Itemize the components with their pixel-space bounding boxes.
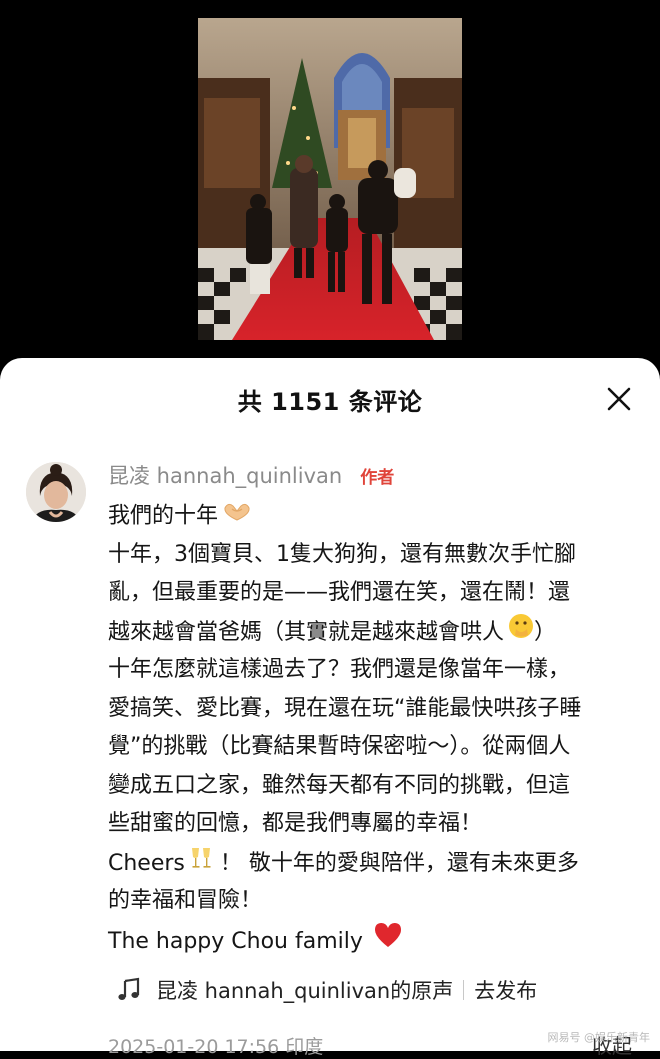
audio-title[interactable]: 昆凌 hannah_quinlivan的原声 (156, 975, 453, 1005)
close-button[interactable] (604, 384, 634, 414)
comment-line: 十年，3個寶貝、1隻大狗狗，還有無數次手忙腳 (108, 541, 576, 567)
comment-line: 愛搞笑、愛比賽，現在還在玩“誰能最快哄孩子睡 (108, 695, 582, 721)
music-note-icon (118, 977, 140, 1000)
divider (463, 980, 465, 1000)
comment-line-text: ） (534, 619, 557, 645)
comment-line: 變成五口之家，雖然每天都有不同的挑戰，但這 (108, 772, 571, 798)
red-heart-icon (373, 921, 403, 963)
original-audio-row[interactable]: 昆凌 hannah_quinlivan的原声 去发布 (108, 968, 628, 1012)
comments-count-title: 共 1151 条评论 (237, 388, 423, 416)
comment-line: 亂，但最重要的是——我們還在笑，還在鬧！還 (108, 580, 571, 605)
watermark: 网易号 @娱乐新青年 (547, 1031, 651, 1044)
cathedral-photo (198, 18, 462, 340)
comment-line: 些甜蜜的回憶，都是我們專屬的幸福！ (108, 811, 483, 836)
video-thumbnail[interactable] (198, 18, 462, 340)
comment-line-text: The happy Chou family (108, 928, 363, 954)
author-badge: 作者 (360, 467, 395, 488)
comment-line: 我們的十年 (108, 497, 628, 536)
comment-line-text: 我們的十年 (108, 503, 219, 529)
comment-line-text: 越來越會當爸媽（其實就是越來越會哄人 (108, 619, 505, 645)
author-name[interactable]: 昆凌 hannah_quinlivan (108, 460, 342, 490)
comment-text: 我們的十年 十年，3個寶貝、1隻大狗狗，還有無數次手忙腳 亂，但最重要的是——我… (108, 497, 628, 959)
comment-line-text: ！ 敬十年的愛與陪伴，還有未來更多 (212, 850, 579, 876)
comments-header: 共 1151 条评论 (0, 358, 660, 440)
comment-line: 越來越會當爸媽（其實就是越來越會哄人 ） (108, 613, 628, 652)
close-icon (607, 387, 631, 411)
comment-line: 覺”的挑戰（比賽結果暫時保密啦～）。從兩個人 (108, 734, 571, 759)
comment-line: 十年怎麼就這樣過去了？我們還是像當年一樣， (108, 657, 571, 682)
hand-over-mouth-icon (508, 613, 534, 653)
comment-line: 的幸福和冒險！ (108, 888, 263, 913)
comment-line: Cheers ！ 敬十年的愛與陪伴，還有未來更多 (108, 844, 628, 883)
heart-hands-icon (222, 497, 252, 536)
publish-button[interactable]: 去发布 (474, 975, 537, 1005)
video-area (0, 0, 660, 380)
comment-line-text: Cheers (108, 850, 185, 876)
author-row: 昆凌 hannah_quinlivan 作者 (108, 458, 394, 492)
comment-line: The happy Chou family (108, 921, 628, 960)
clinking-glasses-icon (189, 844, 213, 884)
comment-meta: 2025-01-20 17:56 印度 (108, 1036, 324, 1058)
author-avatar-image (26, 462, 86, 522)
avatar[interactable] (26, 462, 86, 522)
